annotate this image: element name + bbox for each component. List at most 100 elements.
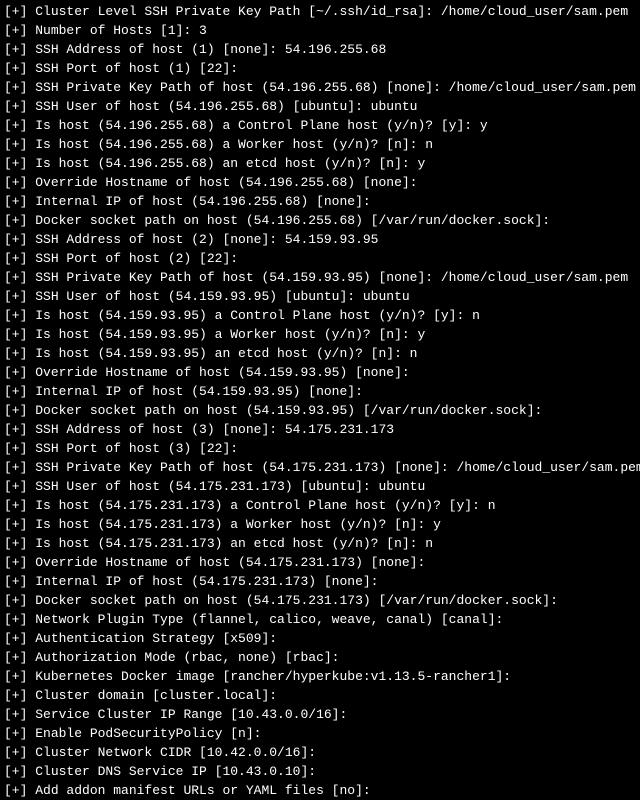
line-prefix: [+] [4,327,35,342]
terminal-line: [+] Internal IP of host (54.196.255.68) … [4,192,636,211]
line-content: SSH Private Key Path of host (54.175.231… [35,460,640,475]
line-content: Is host (54.159.93.95) a Control Plane h… [35,308,480,323]
line-content: Service Cluster IP Range [10.43.0.0/16]: [35,707,347,722]
line-prefix: [+] [4,118,35,133]
terminal-line: [+] SSH Address of host (2) [none]: 54.1… [4,230,636,249]
terminal-line: [+] Override Hostname of host (54.175.23… [4,553,636,572]
terminal-line: [+] Cluster domain [cluster.local]: [4,686,636,705]
line-content: Override Hostname of host (54.159.93.95)… [35,365,409,380]
line-content: Docker socket path on host (54.159.93.95… [35,403,542,418]
terminal-line: [+] SSH User of host (54.196.255.68) [ub… [4,97,636,116]
line-content: Cluster domain [cluster.local]: [35,688,277,703]
terminal-line: [+] Is host (54.196.255.68) a Worker hos… [4,135,636,154]
terminal-line: [+] Docker socket path on host (54.159.9… [4,401,636,420]
line-content: SSH Port of host (3) [22]: [35,441,238,456]
terminal-line: [+] Is host (54.196.255.68) a Control Pl… [4,116,636,135]
line-prefix: [+] [4,175,35,190]
line-prefix: [+] [4,346,35,361]
terminal-line: [+] Is host (54.159.93.95) a Worker host… [4,325,636,344]
terminal-line: [+] SSH Address of host (1) [none]: 54.1… [4,40,636,59]
line-content: Override Hostname of host (54.196.255.68… [35,175,417,190]
line-prefix: [+] [4,669,35,684]
terminal-line: [+] Is host (54.175.231.173) an etcd hos… [4,534,636,553]
line-prefix: [+] [4,764,35,779]
terminal-line: [+] Enable PodSecurityPolicy [n]: [4,724,636,743]
line-prefix: [+] [4,308,35,323]
terminal-line: [+] Authentication Strategy [x509]: [4,629,636,648]
terminal-line: [+] Cluster DNS Service IP [10.43.0.10]: [4,762,636,781]
line-prefix: [+] [4,631,35,646]
terminal-line: [+] SSH Port of host (3) [22]: [4,439,636,458]
terminal-line: [+] Cluster Network CIDR [10.42.0.0/16]: [4,743,636,762]
line-content: SSH Address of host (3) [none]: 54.175.2… [35,422,394,437]
line-content: Number of Hosts [1]: 3 [35,23,207,38]
terminal-line: [+] SSH Private Key Path of host (54.175… [4,458,636,477]
line-prefix: [+] [4,536,35,551]
line-prefix: [+] [4,403,35,418]
line-content: Internal IP of host (54.159.93.95) [none… [35,384,363,399]
line-content: SSH User of host (54.175.231.173) [ubunt… [35,479,425,494]
line-prefix: [+] [4,479,35,494]
line-prefix: [+] [4,194,35,209]
line-content: Is host (54.196.255.68) an etcd host (y/… [35,156,425,171]
terminal-line: [+] Is host (54.196.255.68) an etcd host… [4,154,636,173]
line-prefix: [+] [4,42,35,57]
line-prefix: [+] [4,80,35,95]
line-content: Authentication Strategy [x509]: [35,631,277,646]
line-content: Network Plugin Type (flannel, calico, we… [35,612,503,627]
line-content: SSH Private Key Path of host (54.159.93.… [35,270,628,285]
line-prefix: [+] [4,384,35,399]
line-prefix: [+] [4,441,35,456]
terminal-line: [+] Override Hostname of host (54.159.93… [4,363,636,382]
line-prefix: [+] [4,650,35,665]
terminal-line: [+] SSH Private Key Path of host (54.196… [4,78,636,97]
line-content: Override Hostname of host (54.175.231.17… [35,555,425,570]
line-content: Cluster DNS Service IP [10.43.0.10]: [35,764,316,779]
line-content: SSH Address of host (1) [none]: 54.196.2… [35,42,386,57]
line-content: Is host (54.196.255.68) a Worker host (y… [35,137,433,152]
line-content: SSH Port of host (1) [22]: [35,61,238,76]
line-prefix: [+] [4,574,35,589]
terminal-line: [+] SSH Port of host (1) [22]: [4,59,636,78]
terminal-line: [+] SSH User of host (54.159.93.95) [ubu… [4,287,636,306]
terminal-output: [+] Cluster Level SSH Private Key Path [… [4,2,636,800]
line-prefix: [+] [4,23,35,38]
line-prefix: [+] [4,4,35,19]
line-content: Enable PodSecurityPolicy [n]: [35,726,261,741]
terminal-line: [+] Docker socket path on host (54.175.2… [4,591,636,610]
line-content: Cluster Level SSH Private Key Path [~/.s… [35,4,628,19]
terminal-line: [+] Add addon manifest URLs or YAML file… [4,781,636,800]
line-prefix: [+] [4,555,35,570]
terminal-line: [+] Authorization Mode (rbac, none) [rba… [4,648,636,667]
line-prefix: [+] [4,99,35,114]
line-content: SSH User of host (54.159.93.95) [ubuntu]… [35,289,409,304]
terminal-line: [+] SSH Port of host (2) [22]: [4,249,636,268]
terminal-line: [+] Docker socket path on host (54.196.2… [4,211,636,230]
line-content: SSH Port of host (2) [22]: [35,251,238,266]
line-content: Add addon manifest URLs or YAML files [n… [35,783,370,798]
terminal-line: [+] SSH Address of host (3) [none]: 54.1… [4,420,636,439]
line-prefix: [+] [4,156,35,171]
line-prefix: [+] [4,783,35,798]
line-content: SSH User of host (54.196.255.68) [ubuntu… [35,99,417,114]
terminal-line: [+] Cluster Level SSH Private Key Path [… [4,2,636,21]
terminal-line: [+] Kubernetes Docker image [rancher/hyp… [4,667,636,686]
terminal-line: [+] SSH Private Key Path of host (54.159… [4,268,636,287]
line-content: SSH Address of host (2) [none]: 54.159.9… [35,232,378,247]
line-content: Is host (54.175.231.173) a Control Plane… [35,498,495,513]
line-prefix: [+] [4,517,35,532]
line-prefix: [+] [4,365,35,380]
line-prefix: [+] [4,61,35,76]
line-content: Internal IP of host (54.196.255.68) [non… [35,194,370,209]
line-content: Docker socket path on host (54.196.255.6… [35,213,550,228]
line-content: Is host (54.175.231.173) a Worker host (… [35,517,441,532]
line-prefix: [+] [4,460,35,475]
line-prefix: [+] [4,289,35,304]
line-content: Is host (54.196.255.68) a Control Plane … [35,118,487,133]
terminal-line: [+] Is host (54.159.93.95) a Control Pla… [4,306,636,325]
line-content: Internal IP of host (54.175.231.173) [no… [35,574,378,589]
line-prefix: [+] [4,593,35,608]
line-content: Is host (54.159.93.95) a Worker host (y/… [35,327,425,342]
terminal-line: [+] Number of Hosts [1]: 3 [4,21,636,40]
line-content: Is host (54.159.93.95) an etcd host (y/n… [35,346,417,361]
